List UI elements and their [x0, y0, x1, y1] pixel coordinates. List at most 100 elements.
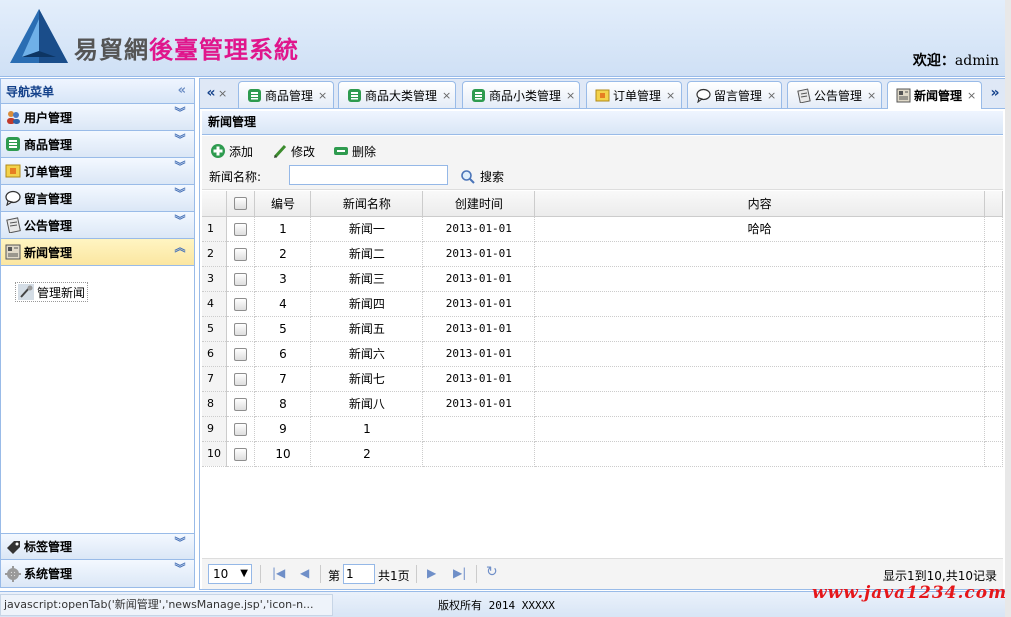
collapse-sidebar-icon[interactable]: « — [178, 83, 186, 98]
window-scrollbar[interactable] — [1005, 0, 1011, 617]
close-icon[interactable]: × — [442, 89, 451, 102]
delete-button[interactable]: 删除 — [333, 142, 376, 160]
chevron-up-icon[interactable]: ︽ — [174, 242, 186, 253]
close-icon[interactable]: × — [867, 89, 876, 102]
chevron-down-icon[interactable]: ︾ — [174, 563, 186, 574]
sidebar-item-orders[interactable]: 订单管理 ︾ — [1, 158, 194, 185]
tab-notices[interactable]: 公告管理 × — [787, 81, 882, 108]
close-icon[interactable]: × — [318, 89, 327, 102]
table-row[interactable]: 991 — [202, 416, 1003, 442]
order-icon — [5, 163, 21, 179]
row-checkbox[interactable] — [226, 416, 256, 442]
row-number: 4 — [202, 291, 228, 317]
search-icon — [460, 169, 476, 185]
list-icon — [5, 136, 21, 152]
sidebar-item-products[interactable]: 商品管理 ︾ — [1, 131, 194, 158]
row-checkbox[interactable] — [226, 216, 256, 242]
close-icon[interactable]: × — [967, 89, 976, 102]
news-name-search-input[interactable] — [289, 165, 448, 185]
row-checkbox[interactable] — [226, 391, 256, 417]
search-button[interactable]: 搜索 — [460, 168, 504, 185]
next-page-icon[interactable]: ▶ — [427, 566, 436, 580]
tab-product-subcategories[interactable]: 商品小类管理 × — [462, 81, 580, 108]
table-row[interactable]: 5 5 新闻五 2013-01-01 — [202, 316, 1003, 342]
row-checkbox[interactable] — [226, 316, 256, 342]
sidebar-item-users[interactable]: 用户管理 ︾ — [1, 104, 194, 131]
cell-name: 新闻二 — [310, 241, 424, 267]
page-number-input[interactable]: 1 — [343, 564, 375, 584]
close-icon[interactable]: × — [666, 89, 675, 102]
order-icon — [595, 88, 610, 103]
minus-icon — [333, 143, 349, 159]
column-header-content[interactable]: 内容 — [534, 191, 985, 217]
cell-filler — [984, 291, 1003, 317]
column-header-created[interactable]: 创建时间 — [422, 191, 536, 217]
row-number: 8 — [202, 391, 228, 417]
table-row[interactable]: 4 4 新闻四 2013-01-01 — [202, 291, 1003, 317]
select-all-checkbox[interactable] — [226, 191, 256, 217]
tab-messages[interactable]: 留言管理 × — [687, 81, 782, 108]
close-icon[interactable]: × — [767, 89, 776, 102]
partial-tab-close-icon[interactable]: × — [218, 87, 227, 100]
row-number: 5 — [202, 316, 228, 342]
cell-name: 新闻一 — [310, 216, 424, 242]
news-submenu: 管理新闻 — [1, 266, 194, 532]
prev-page-icon[interactable]: ◀ — [300, 566, 309, 580]
row-checkbox[interactable] — [226, 341, 256, 367]
cell-filler — [984, 316, 1003, 342]
chevron-down-icon[interactable]: ︾ — [174, 161, 186, 172]
cell-content — [534, 316, 985, 342]
row-checkbox[interactable] — [226, 441, 256, 467]
cell-filler — [984, 341, 1003, 367]
first-page-icon[interactable]: |◀ — [272, 566, 285, 580]
sidebar-item-notices[interactable]: 公告管理 ︾ — [1, 212, 194, 239]
cell-content — [534, 241, 985, 267]
cell-created: 2013-01-01 — [422, 391, 536, 417]
chevron-down-icon[interactable]: ︾ — [174, 134, 186, 145]
table-row[interactable]: 10 10 2 — [202, 441, 1003, 467]
tab-product-categories[interactable]: 商品大类管理 × — [338, 81, 456, 108]
chevron-down-icon[interactable]: ︾ — [174, 215, 186, 226]
tab-orders[interactable]: 订单管理 × — [586, 81, 682, 108]
edit-button[interactable]: 修改 — [272, 142, 315, 160]
logo-icon — [10, 9, 68, 63]
welcome-text: 欢迎：admin — [912, 53, 999, 69]
row-checkbox[interactable] — [226, 366, 256, 392]
sidebar-item-system[interactable]: 系统管理 ︾ — [1, 560, 194, 587]
page-size-select[interactable]: 10 ▼ — [208, 564, 252, 584]
tab-news[interactable]: 新闻管理 × — [887, 81, 982, 109]
manage-news-link[interactable]: 管理新闻 — [15, 282, 89, 302]
chevron-down-icon[interactable]: ︾ — [174, 107, 186, 118]
row-checkbox[interactable] — [226, 266, 256, 292]
column-header-id[interactable]: 编号 — [254, 191, 312, 217]
sidebar-item-news[interactable]: 新闻管理 ︽ — [1, 239, 194, 266]
close-icon[interactable]: × — [566, 89, 575, 102]
cell-id: 5 — [254, 316, 312, 342]
row-checkbox[interactable] — [226, 241, 256, 267]
table-row[interactable]: 3 3 新闻三 2013-01-01 — [202, 266, 1003, 292]
cell-content — [534, 441, 985, 467]
table-row[interactable]: 6 6 新闻六 2013-01-01 — [202, 341, 1003, 367]
cell-name: 新闻六 — [310, 341, 424, 367]
table-row[interactable]: 7 7 新闻七 2013-01-01 — [202, 366, 1003, 392]
row-number: 9 — [202, 416, 228, 442]
sidebar-item-tags[interactable]: 标签管理 ︾ — [1, 533, 194, 560]
row-checkbox[interactable] — [226, 291, 256, 317]
tab-bar: « × 商品管理 × 商品大类管理 × 商品小类管理 × 订单管理 × 留言管理 × 公告… — [200, 79, 1005, 109]
refresh-icon[interactable]: ↻ — [486, 564, 498, 580]
add-button[interactable]: 添加 — [210, 142, 253, 160]
chevron-down-icon[interactable]: ︾ — [174, 537, 186, 548]
newspaper-icon — [896, 88, 911, 103]
sidebar-item-messages[interactable]: 留言管理 ︾ — [1, 185, 194, 212]
table-row[interactable]: 1 1 新闻一 2013-01-01 哈哈 — [202, 216, 1003, 242]
system-title: 易貿網後臺管理系統 — [74, 35, 299, 64]
tab-scroll-right-icon[interactable]: » — [986, 82, 1004, 106]
tab-products[interactable]: 商品管理 × — [238, 81, 334, 108]
username: admin — [954, 53, 999, 69]
chevron-down-icon[interactable]: ︾ — [174, 188, 186, 199]
last-page-icon[interactable]: ▶| — [453, 566, 466, 580]
cell-id: 7 — [254, 366, 312, 392]
column-header-name[interactable]: 新闻名称 — [310, 191, 424, 217]
table-row[interactable]: 2 2 新闻二 2013-01-01 — [202, 241, 1003, 267]
table-row[interactable]: 8 8 新闻八 2013-01-01 — [202, 391, 1003, 417]
